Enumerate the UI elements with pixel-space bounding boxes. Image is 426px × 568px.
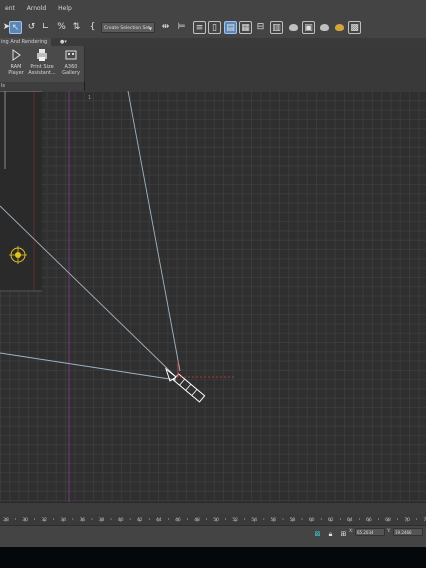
ram-player-label-2: Player	[8, 70, 24, 76]
frustum-line-bottom	[0, 352, 177, 381]
align-icon[interactable]: ⊨	[175, 21, 188, 34]
ruler-tick-label: 32	[41, 518, 48, 523]
viewport[interactable]: 1	[0, 91, 426, 502]
ruler-tick-label: 62	[327, 518, 334, 523]
print-size-label-2: Assistant...	[28, 70, 56, 76]
menu-item-arnold[interactable]: Arnold	[22, 0, 51, 18]
ram-player-button[interactable]: RAM Player	[7, 48, 25, 76]
percent-snap-icon[interactable]: %	[55, 21, 68, 34]
material-editor-icon[interactable]: ▥	[270, 21, 283, 34]
frustum-line-top	[127, 91, 181, 372]
render-setup-teapot-icon[interactable]	[287, 21, 300, 34]
ribbon-panel: RAM Player Print Size Assistant... A360 …	[0, 46, 85, 82]
scene-explorer-icon[interactable]: ≡	[193, 21, 206, 34]
edit-named-selection-icon[interactable]: {	[86, 21, 99, 34]
ruler-tick-label: 38	[98, 518, 105, 523]
partial-icon	[0, 48, 6, 60]
ruler-tick-label: 44	[155, 518, 162, 523]
snap-toggle-icon[interactable]: ∟	[39, 21, 52, 34]
y-coord-field[interactable]: 19.2466	[393, 528, 423, 536]
ruler-tick-label: 42	[136, 518, 143, 523]
tab-visualizing-and-rendering[interactable]: ing And Rendering	[0, 38, 52, 46]
curve-editor-icon[interactable]: ▦	[239, 21, 252, 34]
layer-explorer-icon[interactable]: ▯	[208, 21, 221, 34]
isolate-selection-icon[interactable]: ⊠	[311, 528, 324, 541]
spinner-snap-icon[interactable]: ⇅	[70, 21, 83, 34]
ruler-tick-label: 28	[3, 518, 9, 523]
a360-gallery-button[interactable]: A360 Gallery	[60, 48, 82, 76]
chevron-down-icon: ▼	[148, 26, 152, 31]
main-toolbar: ➤ ↖ ↺ ∟ % ⇅ { ⇹ ⊨ ≡ ▯ ▤ ▦ ⊟ ▥ ▣ ▩	[0, 18, 426, 39]
toggle-ribbon-icon[interactable]: ▤	[224, 21, 237, 34]
play-icon	[9, 48, 23, 62]
ruler-tick-label: 64	[346, 518, 353, 523]
menu-item-ent[interactable]: ent	[0, 0, 20, 18]
angle-snap-icon[interactable]: ↺	[25, 21, 38, 34]
ruler-tick-label: 48	[194, 518, 200, 523]
ruler-tick-label: 54	[251, 518, 258, 523]
menu-bar: ent Arnold Help	[0, 0, 426, 19]
a360-label-2: Gallery	[62, 70, 80, 76]
ruler-tick-label: 56	[270, 518, 277, 523]
ruler-tick-label: 68	[385, 518, 391, 523]
render-production-teapot-icon[interactable]	[318, 21, 331, 34]
printer-icon	[35, 48, 49, 62]
ruler-tick-label: 66	[366, 518, 372, 523]
os-taskbar	[0, 547, 426, 568]
eye-icon[interactable]: ●▾	[60, 38, 67, 46]
mirror-icon[interactable]: ⇹	[159, 21, 172, 34]
ribbon-button-partial[interactable]	[0, 48, 6, 62]
ruler-tick-label: 40	[117, 518, 124, 523]
ruler-tick-label: 34	[60, 518, 67, 523]
ruler-tick-label: 60	[308, 518, 315, 523]
select-object-icon[interactable]: ↖	[9, 21, 22, 34]
x-coord-label: X:	[349, 529, 354, 534]
ribbon-tab-strip: ing And Rendering ●▾	[0, 38, 426, 46]
ruler-tick-label: 70	[404, 518, 410, 523]
ribbon-panel-title: ls	[0, 82, 84, 91]
rendered-frame-window-icon[interactable]: ▣	[302, 21, 315, 34]
gallery-icon	[64, 48, 78, 62]
viewport-scene	[0, 91, 236, 502]
ruler-tick-label: 46	[175, 518, 181, 523]
selection-set-placeholder: Create Selection Set	[104, 26, 150, 31]
ribbon-empty-area	[85, 46, 426, 91]
render-in-cloud-icon[interactable]: ▩	[348, 21, 361, 34]
render-activeshade-teapot-icon[interactable]	[333, 21, 346, 34]
lock-icon[interactable]: 🔒︎	[324, 528, 337, 541]
y-coord-label: Y:	[387, 529, 391, 534]
ruler-tick-label: 50	[213, 518, 219, 523]
print-size-assistant-button[interactable]: Print Size Assistant...	[28, 48, 56, 76]
create-selection-set-dropdown[interactable]: Create Selection Set ▼	[101, 22, 155, 33]
camera-icon	[164, 361, 236, 403]
ruler-tick-label: 58	[289, 518, 296, 523]
schematic-view-icon[interactable]: ⊟	[254, 21, 267, 34]
ruler-tick-label: 36	[79, 518, 86, 523]
menu-item-help[interactable]: Help	[53, 0, 77, 18]
viewport-marker-label: 1	[88, 95, 92, 101]
ruler-tick-label: 30	[22, 518, 28, 523]
x-coord-field[interactable]: 65.2034	[355, 528, 385, 536]
ruler-tick-label: 52	[232, 518, 239, 523]
